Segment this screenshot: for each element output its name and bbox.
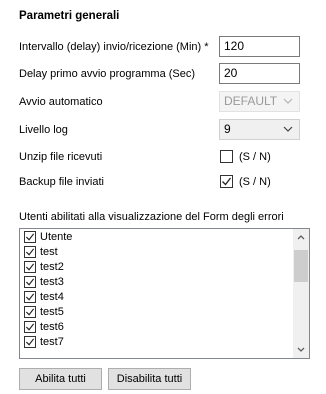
list-item-label: test7 [40, 336, 64, 348]
section-title: Parametri generali [19, 10, 120, 22]
backup-checkbox[interactable] [220, 175, 233, 188]
list-item-label: test5 [40, 306, 64, 318]
auto-start-label: Avvio automatico [19, 96, 103, 108]
list-item-checkbox[interactable] [24, 306, 36, 318]
scroll-up-button[interactable] [293, 229, 309, 246]
list-item[interactable]: test6 [24, 321, 64, 334]
list-item-label: test4 [40, 291, 64, 303]
list-item-checkbox[interactable] [24, 336, 36, 348]
list-item-checkbox[interactable] [24, 246, 36, 258]
list-item[interactable]: test [24, 246, 58, 259]
list-item-label: test2 [40, 261, 64, 273]
backup-label: Backup file inviati [19, 176, 104, 188]
checkmark-icon [222, 177, 232, 186]
users-list-label: Utenti abilitati alla visualizzazione de… [19, 211, 284, 223]
checkmark-icon [25, 293, 35, 301]
log-level-value: 9 [224, 122, 231, 136]
auto-start-value: DEFAULT [224, 94, 278, 108]
log-level-label: Livello log [19, 124, 68, 136]
vertical-scrollbar[interactable] [293, 229, 309, 358]
users-checklist[interactable]: Utente test test2 test3 test4 test5 test… [19, 228, 310, 359]
list-item-checkbox[interactable] [24, 291, 36, 303]
checkmark-icon [25, 263, 35, 271]
list-item[interactable]: test4 [24, 291, 64, 304]
checkmark-icon [25, 338, 35, 346]
list-item-checkbox[interactable] [24, 321, 36, 333]
unzip-checkbox-row[interactable]: (S / N) [220, 150, 271, 163]
checkmark-icon [25, 278, 35, 286]
list-item-label: test [40, 246, 58, 258]
list-item[interactable]: test5 [24, 306, 64, 319]
list-item-checkbox[interactable] [24, 231, 36, 243]
chevron-up-icon [297, 235, 305, 240]
scroll-down-button[interactable] [293, 341, 309, 358]
list-item-label: test6 [40, 321, 64, 333]
chevron-down-icon [283, 126, 293, 132]
list-item-checkbox[interactable] [24, 261, 36, 273]
disable-all-button[interactable]: Disabilita tutti [108, 368, 191, 390]
auto-start-select[interactable]: DEFAULT [219, 91, 300, 112]
list-item[interactable]: test2 [24, 261, 64, 274]
list-item[interactable]: test7 [24, 336, 64, 349]
scroll-thumb[interactable] [294, 250, 308, 282]
checkmark-icon [25, 308, 35, 316]
startup-delay-input[interactable]: 20 [219, 63, 300, 84]
chevron-down-icon [283, 98, 293, 104]
unzip-label: Unzip file ricevuti [19, 151, 103, 163]
checkmark-icon [25, 233, 35, 241]
chevron-down-icon [297, 347, 305, 352]
startup-delay-label: Delay primo avvio programma (Sec) [19, 68, 196, 80]
unzip-checkbox[interactable] [220, 150, 233, 163]
backup-checkbox-row[interactable]: (S / N) [220, 175, 271, 188]
enable-all-button[interactable]: Abilita tutti [19, 368, 102, 390]
interval-input[interactable]: 120 [219, 36, 300, 57]
checkmark-icon [25, 323, 35, 331]
unzip-caption: (S / N) [239, 150, 271, 163]
checkmark-icon [25, 248, 35, 256]
list-item-label: test3 [40, 276, 64, 288]
list-item-checkbox[interactable] [24, 276, 36, 288]
list-item-label: Utente [40, 231, 73, 243]
log-level-select[interactable]: 9 [219, 119, 300, 140]
interval-label: Intervallo (delay) invio/ricezione (Min)… [19, 41, 209, 53]
backup-caption: (S / N) [239, 175, 271, 188]
list-item[interactable]: test3 [24, 276, 64, 289]
list-item[interactable]: Utente [24, 231, 72, 244]
